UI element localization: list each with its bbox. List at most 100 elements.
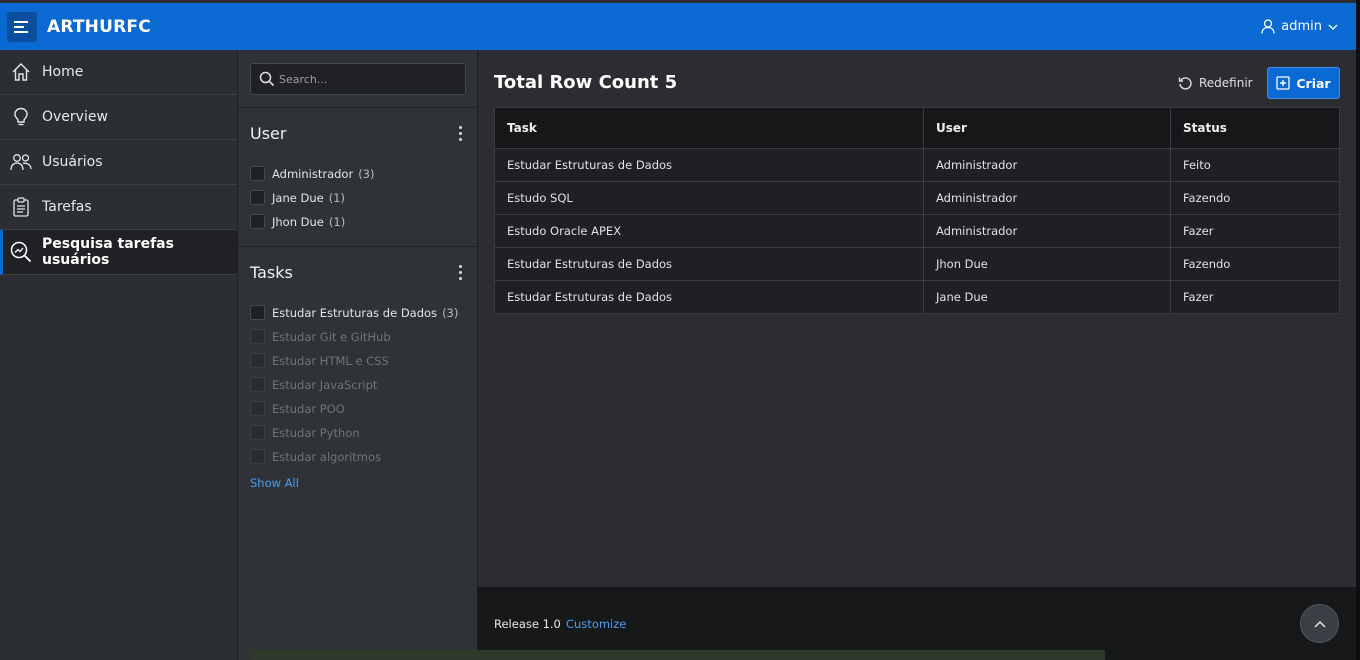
facet-search-box[interactable]: [250, 63, 466, 95]
more-options-icon[interactable]: [454, 265, 466, 280]
add-icon: [1276, 76, 1291, 90]
facet-option-task: Estudar POO: [250, 401, 345, 416]
column-header-user[interactable]: User: [923, 107, 1171, 149]
facet-option-task: Estudar HTML e CSS: [250, 353, 389, 368]
taskbar-strip: [250, 650, 1105, 660]
sidebar-item-tarefas[interactable]: Tarefas: [0, 185, 237, 230]
facet-header-user: User: [250, 124, 466, 143]
sidebar-item-label: Overview: [42, 109, 108, 125]
checkbox: [250, 377, 265, 392]
sidebar: Home Overview Usuários Tarefas Pesquisa …: [0, 50, 238, 660]
cell-task: Estudar Estruturas de Dados: [494, 280, 924, 314]
cell-task: Estudo SQL: [494, 181, 924, 215]
cell-status: Fazer: [1170, 280, 1340, 314]
checkbox: [250, 401, 265, 416]
sidebar-item-label: Tarefas: [42, 199, 92, 215]
user-icon: [1261, 19, 1275, 34]
cell-status: Fazendo: [1170, 247, 1340, 281]
users-icon: [10, 151, 32, 173]
divider: [238, 246, 478, 247]
home-icon: [10, 61, 32, 83]
checkbox[interactable]: [250, 190, 265, 205]
option-label: Estudar Estruturas de Dados: [272, 305, 438, 320]
cell-task: Estudo Oracle APEX: [494, 214, 924, 248]
sidebar-item-home[interactable]: Home: [0, 50, 237, 95]
search-chart-icon: [10, 241, 32, 263]
search-input[interactable]: [279, 72, 459, 86]
show-all-link[interactable]: Show All: [250, 476, 299, 490]
facet-title-user: User: [250, 124, 287, 143]
facet-option-jane-due[interactable]: Jane Due (1): [250, 190, 345, 205]
cell-task: Estudar Estruturas de Dados: [494, 247, 924, 281]
clipboard-icon: [10, 196, 32, 218]
user-menu[interactable]: admin: [1261, 3, 1338, 50]
reset-button[interactable]: Redefinir: [1178, 72, 1253, 94]
create-button[interactable]: Criar: [1267, 67, 1340, 99]
column-header-status[interactable]: Status: [1170, 107, 1340, 149]
column-header-task[interactable]: Task: [494, 107, 924, 149]
app-title[interactable]: ARTHURFC: [47, 17, 151, 37]
more-options-icon[interactable]: [454, 126, 466, 141]
facet-header-tasks: Tasks: [250, 263, 466, 282]
divider: [238, 107, 478, 108]
faceted-search-panel: User Administrador (3) Jane Due (1) Jhon…: [238, 50, 478, 660]
sidebar-item-label: Usuários: [42, 154, 103, 170]
table-row[interactable]: Estudar Estruturas de Dados Jane Due Faz…: [494, 280, 1340, 314]
option-count: (1): [328, 214, 346, 229]
sidebar-item-label: Home: [42, 64, 84, 80]
cell-user: Jane Due: [923, 280, 1171, 314]
menu-toggle-button[interactable]: [7, 11, 37, 42]
cell-user: Administrador: [923, 181, 1171, 215]
facet-option-task: Estudar Git e GitHub: [250, 329, 391, 344]
sidebar-item-overview[interactable]: Overview: [0, 95, 237, 140]
facet-option-task: Estudar algoritmos: [250, 449, 381, 464]
option-label: Jane Due: [272, 190, 324, 205]
facet-option-jhon-due[interactable]: Jhon Due (1): [250, 214, 345, 229]
table-row[interactable]: Estudar Estruturas de Dados Jhon Due Faz…: [494, 247, 1340, 281]
main-content: Total Row Count 5 Redefinir Criar Task U…: [478, 50, 1356, 587]
create-label: Criar: [1296, 75, 1331, 91]
cell-user: Administrador: [923, 214, 1171, 248]
reset-icon: [1178, 76, 1192, 90]
lightbulb-icon: [10, 106, 32, 128]
option-label: Estudar POO: [272, 401, 345, 416]
checkbox[interactable]: [250, 166, 265, 181]
facet-title-tasks: Tasks: [250, 263, 293, 282]
table-header-row: Task User Status: [494, 107, 1340, 149]
reset-label: Redefinir: [1199, 76, 1253, 90]
option-label: Estudar algoritmos: [272, 449, 382, 464]
table-row[interactable]: Estudo Oracle APEX Administrador Fazer: [494, 214, 1340, 248]
checkbox[interactable]: [250, 305, 265, 320]
scroll-to-top-button[interactable]: [1300, 604, 1339, 643]
customize-link[interactable]: Customize: [566, 617, 626, 631]
option-count: (3): [358, 166, 375, 181]
sidebar-item-pesquisa-tarefas-usuarios[interactable]: Pesquisa tarefas usuários: [0, 230, 237, 275]
facet-option-administrador[interactable]: Administrador (3): [250, 166, 374, 181]
option-label: Estudar HTML e CSS: [272, 353, 389, 368]
sidebar-item-label: Pesquisa tarefas usuários: [42, 236, 174, 268]
cell-user: Jhon Due: [923, 247, 1171, 281]
option-label: Estudar Python: [272, 425, 360, 440]
chevron-down-icon: [1328, 24, 1338, 30]
checkbox: [250, 353, 265, 368]
checkbox: [250, 425, 265, 440]
cell-task: Estudar Estruturas de Dados: [494, 148, 924, 182]
option-label: Estudar JavaScript: [272, 377, 378, 392]
cell-user: Administrador: [923, 148, 1171, 182]
facet-option-task: Estudar Python: [250, 425, 360, 440]
hamburger-icon: [14, 20, 28, 33]
facet-option-task: Estudar JavaScript: [250, 377, 377, 392]
facet-option-task[interactable]: Estudar Estruturas de Dados (3): [250, 305, 458, 320]
checkbox: [250, 449, 265, 464]
table-row[interactable]: Estudar Estruturas de Dados Administrado…: [494, 148, 1340, 182]
option-count: (3): [442, 305, 459, 320]
option-count: (1): [328, 190, 345, 205]
results-table: Task User Status Estudar Estruturas de D…: [494, 107, 1340, 314]
table-row[interactable]: Estudo SQL Administrador Fazendo: [494, 181, 1340, 215]
checkbox[interactable]: [250, 214, 265, 229]
cell-status: Feito: [1170, 148, 1340, 182]
search-icon: [259, 71, 275, 87]
release-version: Release 1.0: [494, 617, 561, 631]
window-edge: [1356, 0, 1360, 660]
sidebar-item-usuarios[interactable]: Usuários: [0, 140, 237, 185]
